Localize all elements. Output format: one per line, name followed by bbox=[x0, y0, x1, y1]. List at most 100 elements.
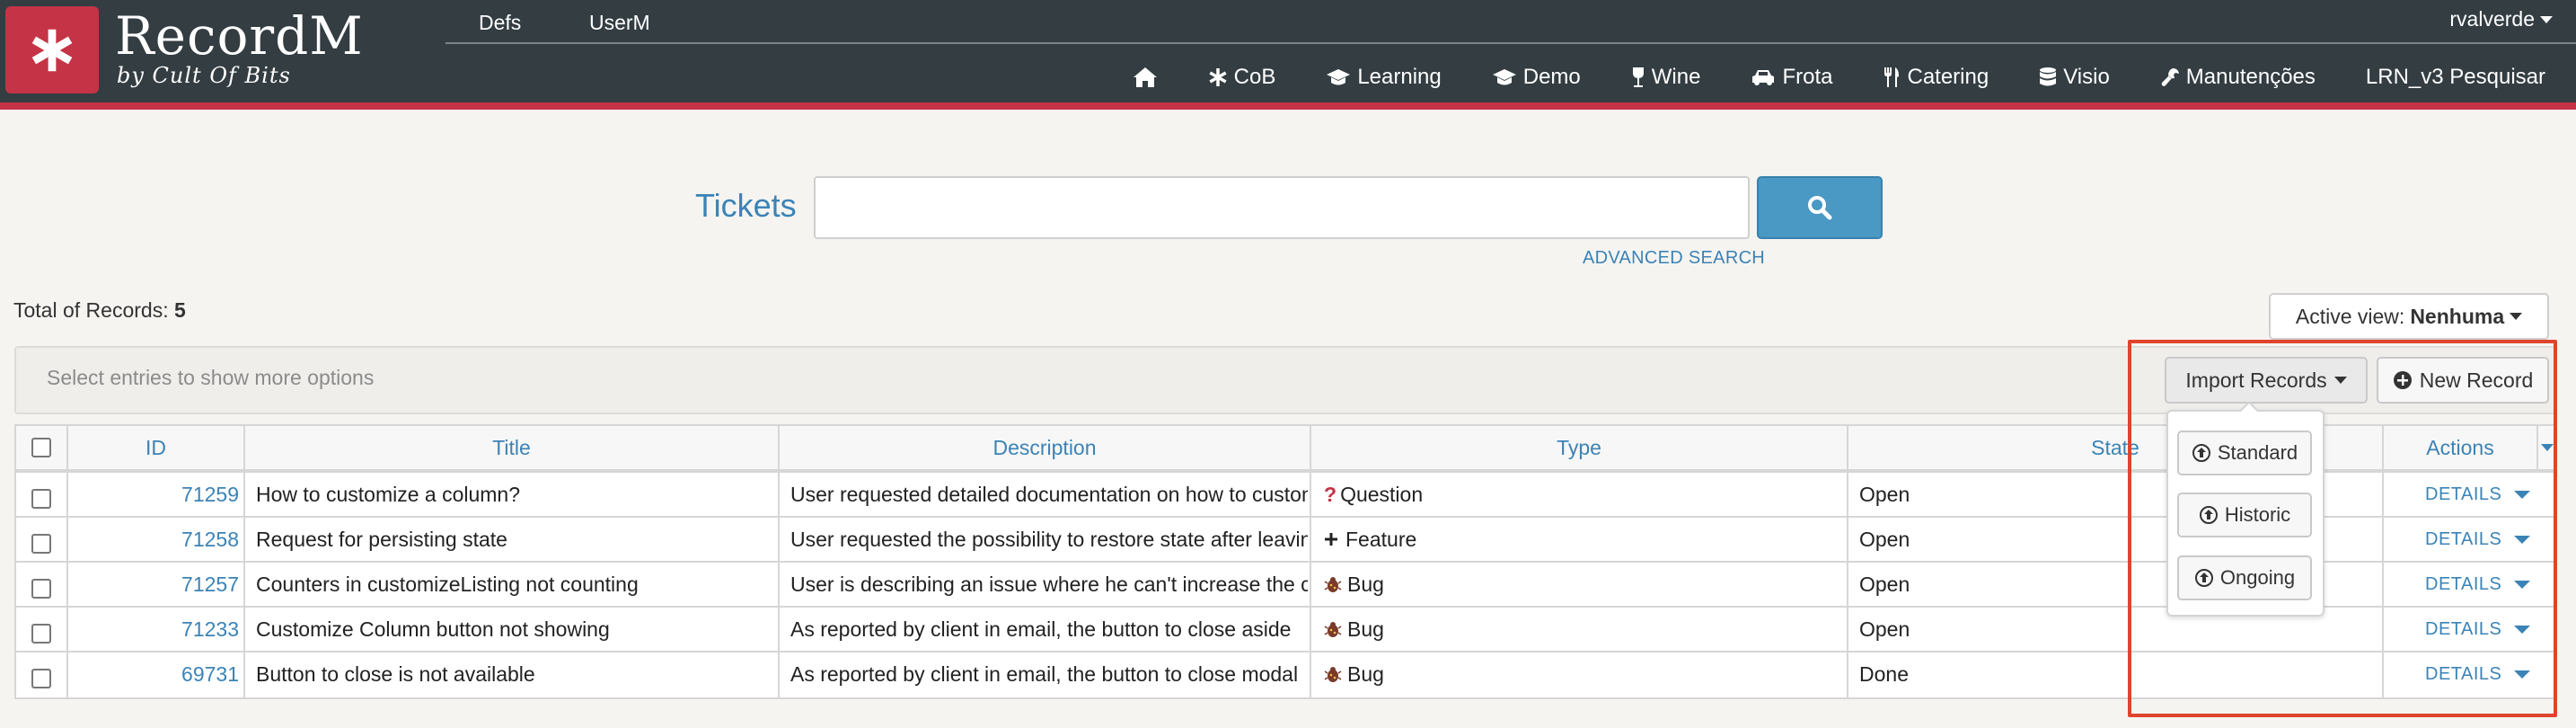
nav-item-label: Demo bbox=[1522, 65, 1581, 89]
select-all-checkbox[interactable] bbox=[31, 438, 51, 457]
user-menu[interactable]: rvalverde bbox=[2449, 7, 2553, 31]
details-label: DETAILS bbox=[2425, 573, 2502, 594]
details-button[interactable]: DETAILS bbox=[2425, 517, 2531, 562]
record-id-link[interactable]: 71259 bbox=[68, 472, 239, 517]
record-id-link[interactable]: 71258 bbox=[68, 517, 239, 562]
total-records-value: 5 bbox=[173, 298, 186, 322]
import-historic-label: Historic bbox=[2224, 503, 2291, 526]
chevron-down-icon bbox=[2514, 580, 2531, 589]
details-button[interactable]: DETAILS bbox=[2425, 472, 2531, 517]
total-records: Total of Records: 5 bbox=[13, 298, 186, 323]
user-name: rvalverde bbox=[2449, 7, 2535, 31]
record-type-label: Question bbox=[1340, 482, 1424, 506]
nav-item-label: Visio bbox=[2063, 65, 2110, 89]
record-type: ? Question bbox=[1324, 472, 1845, 517]
details-button[interactable]: DETAILS bbox=[2425, 562, 2531, 607]
search-input[interactable] bbox=[814, 176, 1750, 239]
nav-item-manutencoes[interactable]: Manutenções bbox=[2160, 65, 2316, 90]
new-record-label: New Record bbox=[2419, 368, 2534, 392]
bug-icon bbox=[1324, 667, 1342, 682]
record-id-link[interactable]: 71257 bbox=[68, 562, 239, 607]
details-label: DETAILS bbox=[2425, 484, 2502, 504]
chevron-down-icon bbox=[2514, 490, 2531, 499]
record-state: Open bbox=[1859, 527, 1910, 551]
column-settings-toggle[interactable] bbox=[2538, 424, 2556, 471]
record-type-label: Feature bbox=[1345, 527, 1417, 551]
active-view-value: Nenhuma bbox=[2410, 304, 2505, 328]
nav-item-label: LRN_v3 Pesquisar bbox=[2365, 65, 2545, 89]
nav-item-cob[interactable]: CoB bbox=[1208, 65, 1275, 90]
nav-item-learning[interactable]: Learning bbox=[1326, 65, 1442, 90]
record-type: Bug bbox=[1324, 562, 1845, 607]
row-checkbox[interactable] bbox=[31, 579, 51, 599]
total-records-label: Total of Records: bbox=[13, 298, 169, 322]
asterisk-icon bbox=[1209, 68, 1227, 86]
record-description: User requested the possibility to restor… bbox=[790, 527, 1308, 551]
nav-item-catering[interactable]: Catering bbox=[1883, 65, 1989, 90]
advanced-search-link[interactable]: ADVANCED SEARCH bbox=[1583, 248, 1765, 269]
database-icon bbox=[2040, 67, 2057, 86]
question-icon: ? bbox=[1324, 482, 1337, 506]
search-button[interactable] bbox=[1757, 176, 1883, 239]
new-record-button[interactable]: New Record bbox=[2377, 357, 2549, 404]
nav-item-lrn-pesquisar[interactable]: LRN_v3 Pesquisar bbox=[2366, 65, 2545, 90]
column-header-type[interactable]: Type bbox=[1311, 424, 1847, 471]
import-standard-button[interactable]: Standard bbox=[2177, 431, 2312, 475]
nav-item-home[interactable] bbox=[1133, 67, 1158, 88]
record-state: Open bbox=[1859, 482, 1910, 506]
wrench-icon bbox=[2161, 68, 2179, 86]
asterisk-logo-icon[interactable] bbox=[5, 6, 99, 93]
record-type: Feature bbox=[1324, 517, 1845, 562]
chevron-down-icon bbox=[2540, 15, 2553, 23]
plus-circle-icon bbox=[2393, 371, 2412, 389]
column-header-title[interactable]: Title bbox=[245, 424, 778, 471]
nav-item-label: Learning bbox=[1357, 65, 1442, 89]
car-icon bbox=[1752, 70, 1775, 85]
home-icon bbox=[1133, 67, 1157, 87]
record-type-label: Bug bbox=[1347, 661, 1384, 686]
nav-item-demo[interactable]: Demo bbox=[1492, 65, 1581, 90]
chevron-down-icon bbox=[2514, 625, 2531, 634]
record-id-link[interactable]: 71233 bbox=[68, 607, 239, 652]
import-records-button[interactable]: Import Records bbox=[2165, 357, 2368, 404]
active-view-dropdown[interactable]: Active view: Nenhuma bbox=[2269, 293, 2549, 340]
row-checkbox[interactable] bbox=[31, 669, 51, 688]
column-header-actions[interactable]: Actions bbox=[2384, 424, 2536, 471]
search-icon bbox=[1808, 196, 1832, 220]
bug-icon bbox=[1324, 577, 1342, 592]
details-button[interactable]: DETAILS bbox=[2425, 607, 2531, 652]
row-checkbox[interactable] bbox=[31, 489, 51, 509]
import-ongoing-button[interactable]: Ongoing bbox=[2177, 555, 2312, 600]
nav-item-wine[interactable]: Wine bbox=[1631, 65, 1701, 90]
record-type-label: Bug bbox=[1347, 617, 1384, 641]
nav-item-frota[interactable]: Frota bbox=[1751, 65, 1832, 90]
column-header-description[interactable]: Description bbox=[780, 424, 1310, 471]
tab-defs[interactable]: Defs bbox=[479, 11, 521, 35]
row-checkbox[interactable] bbox=[31, 534, 51, 554]
nav-item-visio[interactable]: Visio bbox=[2039, 65, 2110, 90]
active-view-label: Active view: bbox=[2295, 304, 2405, 328]
import-historic-button[interactable]: Historic bbox=[2177, 493, 2312, 537]
navbar-accent-line bbox=[0, 102, 2576, 110]
details-label: DETAILS bbox=[2425, 618, 2502, 639]
nav-item-label: Catering bbox=[1907, 65, 1989, 89]
plus-icon bbox=[1325, 533, 1337, 546]
app-logo-subtitle: by Cult Of Bits bbox=[117, 63, 291, 88]
upload-circle-icon bbox=[2199, 506, 2218, 524]
details-button[interactable]: DETAILS bbox=[2425, 652, 2531, 697]
upload-circle-icon bbox=[2194, 569, 2213, 587]
selection-hint: Select entries to show more options bbox=[47, 366, 375, 389]
search-domain-label: Tickets bbox=[695, 187, 797, 224]
row-checkbox[interactable] bbox=[31, 624, 51, 644]
tab-userm[interactable]: UserM bbox=[589, 11, 650, 35]
record-state: Done bbox=[1859, 661, 1909, 686]
record-title: Customize Column button not showing bbox=[256, 617, 610, 641]
record-type-label: Bug bbox=[1347, 572, 1384, 596]
nav-item-label: Frota bbox=[1782, 65, 1833, 89]
column-header-id[interactable]: ID bbox=[68, 424, 243, 471]
nav-item-label: Wine bbox=[1651, 65, 1701, 89]
record-id-link[interactable]: 69731 bbox=[68, 652, 239, 697]
top-nav-divider bbox=[446, 42, 2576, 44]
record-description: User is describing an issue where he can… bbox=[790, 572, 1308, 596]
record-title: Counters in customizeListing not countin… bbox=[256, 572, 639, 596]
